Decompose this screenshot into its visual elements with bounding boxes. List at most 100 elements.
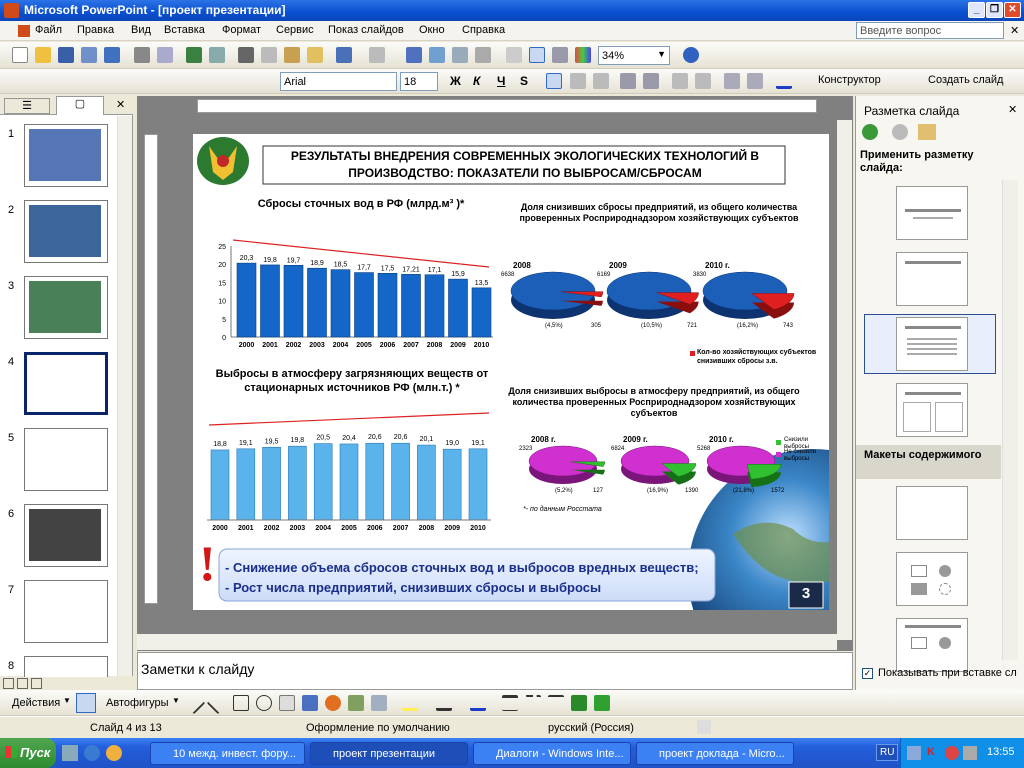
menu-view[interactable]: Вид — [131, 24, 151, 36]
spelling-icon[interactable] — [186, 47, 202, 63]
panel-close-icon[interactable]: ✕ — [116, 98, 125, 111]
quicklaunch-ie-icon[interactable] — [84, 745, 100, 761]
expand-all-icon[interactable] — [506, 47, 522, 63]
horizontal-scrollbar[interactable] — [137, 634, 837, 650]
cut-icon[interactable] — [238, 47, 254, 63]
rectangle-icon[interactable] — [233, 695, 249, 711]
layout-title-content[interactable] — [896, 618, 968, 672]
italic-button[interactable]: К — [473, 74, 480, 88]
slide-thumbnail[interactable] — [24, 504, 108, 567]
line-color-icon[interactable] — [436, 695, 452, 711]
layout-title-text[interactable] — [896, 317, 968, 371]
home-icon[interactable] — [918, 124, 936, 140]
increase-font-icon[interactable] — [672, 73, 688, 89]
layout-two-columns[interactable] — [896, 383, 968, 437]
slideshow-view-icon[interactable] — [31, 678, 42, 689]
decrease-indent-icon[interactable] — [724, 73, 740, 89]
oval-icon[interactable] — [256, 695, 272, 711]
font-color-icon[interactable] — [776, 73, 792, 89]
insert-chart-icon[interactable] — [406, 47, 422, 63]
decrease-font-icon[interactable] — [695, 73, 711, 89]
show-on-insert-checkbox[interactable]: ✓ — [862, 668, 873, 679]
task-pane-scrollbar[interactable] — [1002, 180, 1018, 660]
menu-window[interactable]: Окно — [419, 24, 445, 36]
menu-slideshow[interactable]: Показ слайдов — [328, 24, 404, 36]
research-icon[interactable] — [209, 47, 225, 63]
ask-question-input[interactable]: Введите вопрос — [856, 22, 1004, 39]
menu-insert[interactable]: Вставка — [164, 24, 205, 36]
language-indicator[interactable]: RU — [876, 744, 898, 761]
task-word[interactable]: проект доклада - Micro... — [636, 742, 794, 765]
actions-menu[interactable]: Действия — [12, 697, 60, 709]
task-folder[interactable]: 10 межд. инвест. фору... — [150, 742, 305, 765]
draw-font-color-icon[interactable] — [470, 695, 486, 711]
undo-icon[interactable] — [336, 47, 352, 63]
slide-thumbnail[interactable] — [24, 200, 108, 263]
format-painter-icon[interactable] — [307, 47, 323, 63]
paste-icon[interactable] — [284, 47, 300, 63]
arrow-icon[interactable] — [206, 691, 230, 715]
line-style-icon[interactable] — [502, 695, 518, 711]
color-grayscale-icon[interactable] — [575, 47, 591, 63]
redo-icon[interactable] — [369, 47, 385, 63]
slide-thumbnail[interactable] — [24, 124, 108, 187]
font-size-select[interactable]: 18 — [400, 72, 438, 91]
autoshapes-menu[interactable]: Автофигуры — [106, 697, 169, 709]
slide-thumbnail[interactable] — [24, 352, 108, 415]
diagram-icon[interactable] — [325, 695, 341, 711]
new-slide-button[interactable]: Создать слайд — [928, 74, 1003, 86]
sorter-view-icon[interactable] — [17, 678, 28, 689]
close-button[interactable]: ✕ — [1004, 2, 1021, 18]
minimize-button[interactable]: _ — [968, 2, 985, 18]
menu-tools[interactable]: Сервис — [276, 24, 314, 36]
permission-icon[interactable] — [81, 47, 97, 63]
align-left-icon[interactable] — [546, 73, 562, 89]
numbering-icon[interactable] — [620, 73, 636, 89]
menu-edit[interactable]: Правка — [77, 24, 114, 36]
designer-button[interactable]: Конструктор — [818, 74, 881, 86]
layout-title-only[interactable] — [896, 252, 968, 306]
panel-scrollbar[interactable] — [117, 116, 132, 676]
insert-table-icon[interactable] — [429, 47, 445, 63]
textbox-icon[interactable] — [279, 695, 295, 711]
open-icon[interactable] — [35, 47, 51, 63]
slide-thumbnail[interactable] — [24, 428, 108, 491]
tray-app-icon[interactable] — [945, 746, 959, 760]
shadow-style-icon[interactable] — [571, 695, 587, 711]
3d-style-icon[interactable] — [594, 695, 610, 711]
task-browser[interactable]: Диалоги - Windows Inte... — [473, 742, 631, 765]
menu-help[interactable]: Справка — [462, 24, 505, 36]
select-pointer-icon[interactable] — [76, 693, 96, 713]
underline-button[interactable]: Ч — [497, 74, 505, 88]
print-icon[interactable] — [134, 47, 150, 63]
arrow-style-icon[interactable] — [548, 695, 564, 711]
normal-view-icon[interactable] — [3, 678, 14, 689]
line-icon[interactable] — [182, 691, 206, 715]
save-icon[interactable] — [58, 47, 74, 63]
notes-pane[interactable]: Заметки к слайду — [137, 652, 853, 690]
slide-canvas[interactable]: 20,3 2000 19,8 2001 19,7 2002 18,9 2003 18,5 2004… — [193, 134, 829, 610]
shadow-button[interactable]: S — [520, 74, 528, 88]
dash-style-icon[interactable] — [525, 695, 541, 711]
doc-close-icon[interactable]: ✕ — [1010, 24, 1019, 37]
fill-color-icon[interactable] — [402, 695, 418, 711]
picture-icon[interactable] — [371, 695, 387, 711]
clipart-icon[interactable] — [348, 695, 364, 711]
insert-diagram-icon[interactable] — [475, 47, 491, 63]
back-icon[interactable] — [862, 124, 878, 140]
menu-file[interactable]: Файл — [35, 24, 62, 36]
powerpoint-icon[interactable] — [4, 3, 19, 18]
wordart-icon[interactable] — [302, 695, 318, 711]
tab-slides[interactable]: ▢ — [56, 96, 104, 115]
tables-borders-icon[interactable] — [452, 47, 468, 63]
new-icon[interactable] — [12, 47, 28, 63]
vertical-scrollbar[interactable] — [837, 120, 852, 640]
increase-indent-icon[interactable] — [747, 73, 763, 89]
grid-icon[interactable] — [552, 47, 568, 63]
help-icon[interactable] — [683, 47, 699, 63]
align-right-icon[interactable] — [593, 73, 609, 89]
preview-icon[interactable] — [157, 47, 173, 63]
layout-content[interactable] — [896, 552, 968, 606]
zoom-select[interactable]: 34% ▼ — [598, 46, 670, 65]
align-center-icon[interactable] — [570, 73, 586, 89]
